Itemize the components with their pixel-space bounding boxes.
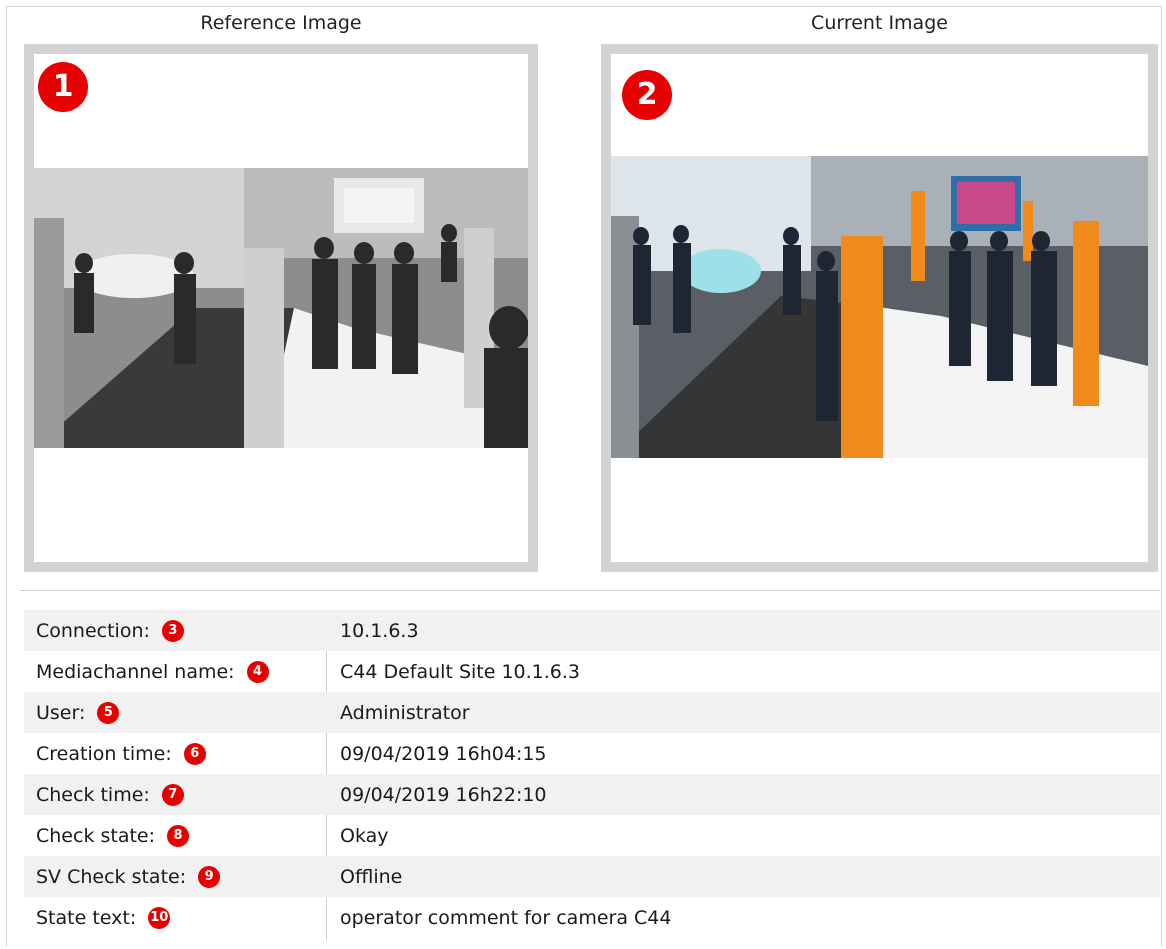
check-state-label: Check state: <box>36 824 156 847</box>
callout-badge-5: 5 <box>97 701 120 724</box>
details-row-check-state: Check state: 8 Okay <box>24 815 1160 856</box>
callout-badge-2: 2 <box>622 70 672 120</box>
reference-image <box>34 168 528 448</box>
sv-check-state-value: Offline <box>340 865 403 888</box>
callout-badge-4: 4 <box>246 660 269 683</box>
callout-badge-7: 7 <box>161 783 184 806</box>
check-state-value: Okay <box>340 824 389 847</box>
user-label: User: <box>36 701 86 724</box>
connection-value: 10.1.6.3 <box>340 619 419 642</box>
callout-badge-1: 1 <box>38 62 88 112</box>
details-row-user: User: 5 Administrator <box>24 692 1160 733</box>
current-image-frame: 2 <box>601 44 1158 572</box>
section-divider <box>20 590 1160 591</box>
current-image-title: Current Image <box>811 12 948 34</box>
check-time-label: Check time: <box>36 783 150 806</box>
details-row-state-text: State text: 10 operator comment for camer… <box>24 897 1160 938</box>
details-row-creation-time: Creation time: 6 09/04/2019 16h04:15 <box>24 733 1160 774</box>
details-row-connection: Connection: 3 10.1.6.3 <box>24 610 1160 651</box>
reference-image-frame: 1 <box>24 44 538 572</box>
details-row-mediachannel: Mediachannel name: 4 C44 Default Site 10.… <box>24 651 1160 692</box>
state-text-label: State text: <box>36 906 137 929</box>
reference-image-title: Reference Image <box>200 12 362 34</box>
callout-badge-9: 9 <box>198 865 221 888</box>
details-table: Connection: 3 10.1.6.3 Mediachannel name:… <box>24 610 1160 938</box>
connection-label: Connection: <box>36 619 150 642</box>
callout-badge-6: 6 <box>183 742 206 765</box>
state-text-value: operator comment for camera C44 <box>340 906 672 929</box>
mediachannel-name-value: C44 Default Site 10.1.6.3 <box>340 660 581 683</box>
sv-check-state-label: SV Check state: <box>36 865 187 888</box>
user-value: Administrator <box>340 701 470 724</box>
callout-badge-10: 10 <box>148 906 171 929</box>
callout-badge-8: 8 <box>167 824 190 847</box>
reference-camera-snapshot <box>34 168 528 448</box>
mediachannel-name-label: Mediachannel name: <box>36 660 235 683</box>
current-image <box>611 156 1148 458</box>
details-row-sv-check-state: SV Check state: 9 Offline <box>24 856 1160 897</box>
creation-time-value: 09/04/2019 16h04:15 <box>340 742 547 765</box>
current-camera-snapshot <box>611 156 1148 458</box>
callout-badge-3: 3 <box>161 619 184 642</box>
check-time-value: 09/04/2019 16h22:10 <box>340 783 547 806</box>
creation-time-label: Creation time: <box>36 742 172 765</box>
details-row-check-time: Check time: 7 09/04/2019 16h22:10 <box>24 774 1160 815</box>
